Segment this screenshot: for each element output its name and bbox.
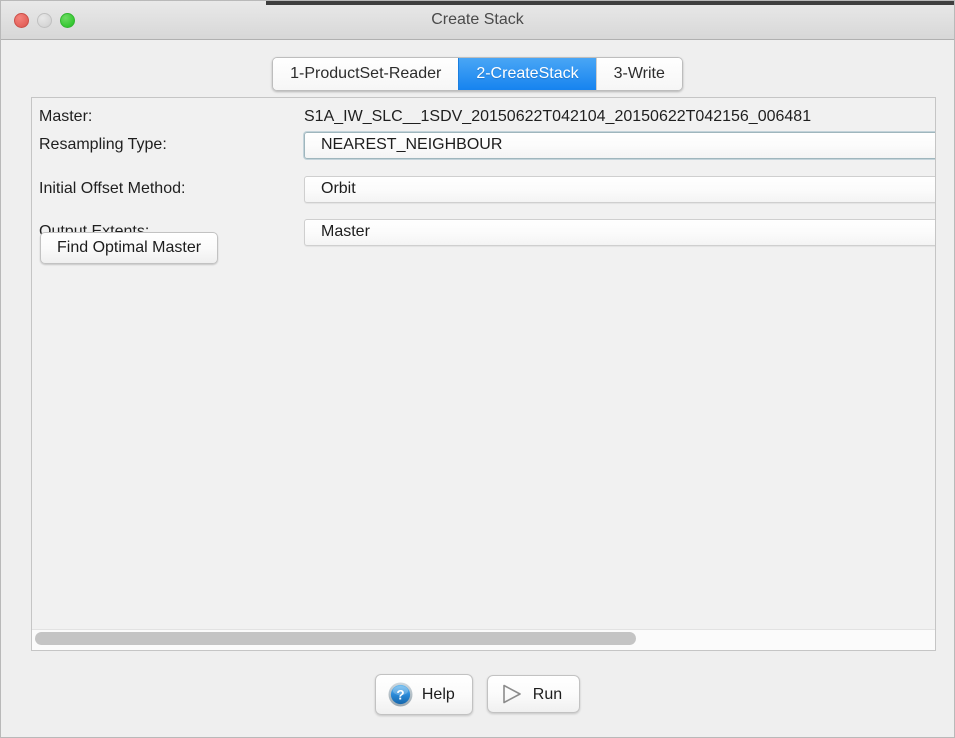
window-controls [1, 12, 75, 28]
window-content: 1-ProductSet-Reader 2-CreateStack 3-Writ… [1, 40, 954, 737]
label-resampling-type: Resampling Type: [39, 136, 167, 153]
resampling-type-combobox[interactable]: NEAREST_NEIGHBOUR [304, 131, 935, 159]
minimize-button[interactable] [37, 12, 52, 28]
play-icon [502, 684, 521, 704]
svg-text:?: ? [396, 687, 404, 702]
run-button-label: Run [532, 685, 563, 703]
tab-createstack[interactable]: 2-CreateStack [458, 58, 596, 90]
horizontal-scrollbar-thumb[interactable] [35, 632, 636, 645]
tab-write[interactable]: 3-Write [595, 58, 682, 90]
help-button-label: Help [421, 685, 455, 703]
row-resampling-type: Resampling Type: NEAREST_NEIGHBOUR [32, 130, 935, 160]
panel-wrapper: Master: S1A_IW_SLC__1SDV_20150622T042104… [1, 91, 954, 651]
help-button[interactable]: ? Help [374, 673, 473, 715]
horizontal-scrollbar[interactable] [32, 629, 935, 650]
parameters-viewport: Master: S1A_IW_SLC__1SDV_20150622T042104… [32, 98, 935, 629]
window-title: Create Stack [431, 11, 524, 28]
row-initial-offset-method: Initial Offset Method: Orbit [32, 174, 935, 204]
value-master: S1A_IW_SLC__1SDV_20150622T042104_2015062… [304, 107, 812, 125]
initial-offset-method-value: Orbit [321, 180, 356, 197]
initial-offset-method-combobox[interactable]: Orbit [304, 175, 935, 203]
parameters-panel: Master: S1A_IW_SLC__1SDV_20150622T042104… [31, 97, 936, 651]
tab-productset-reader[interactable]: 1-ProductSet-Reader [273, 58, 459, 90]
help-icon: ? [388, 682, 413, 706]
label-initial-offset-method: Initial Offset Method: [39, 180, 186, 197]
footer-button-bar: ? Help Run [1, 651, 954, 737]
close-button[interactable] [14, 12, 29, 28]
find-optimal-master-row: Find Optimal Master [40, 232, 219, 264]
resampling-type-value: NEAREST_NEIGHBOUR [321, 136, 503, 153]
tab-strip: 1-ProductSet-Reader 2-CreateStack 3-Writ… [1, 40, 954, 91]
parameters-form: Master: S1A_IW_SLC__1SDV_20150622T042104… [32, 98, 935, 629]
create-stack-window: Create Stack 1-ProductSet-Reader 2-Creat… [0, 0, 955, 738]
label-master: Master: [39, 107, 93, 125]
find-optimal-master-button[interactable]: Find Optimal Master [40, 232, 219, 264]
tab-group: 1-ProductSet-Reader 2-CreateStack 3-Writ… [272, 57, 683, 91]
output-extents-value: Master [321, 223, 370, 240]
maximize-button[interactable] [60, 12, 75, 28]
title-bar: Create Stack [1, 1, 954, 40]
title-bar-notch [266, 1, 954, 5]
output-extents-combobox[interactable]: Master [304, 218, 935, 246]
row-master: Master: S1A_IW_SLC__1SDV_20150622T042104… [32, 103, 935, 130]
run-button[interactable]: Run [486, 675, 581, 713]
